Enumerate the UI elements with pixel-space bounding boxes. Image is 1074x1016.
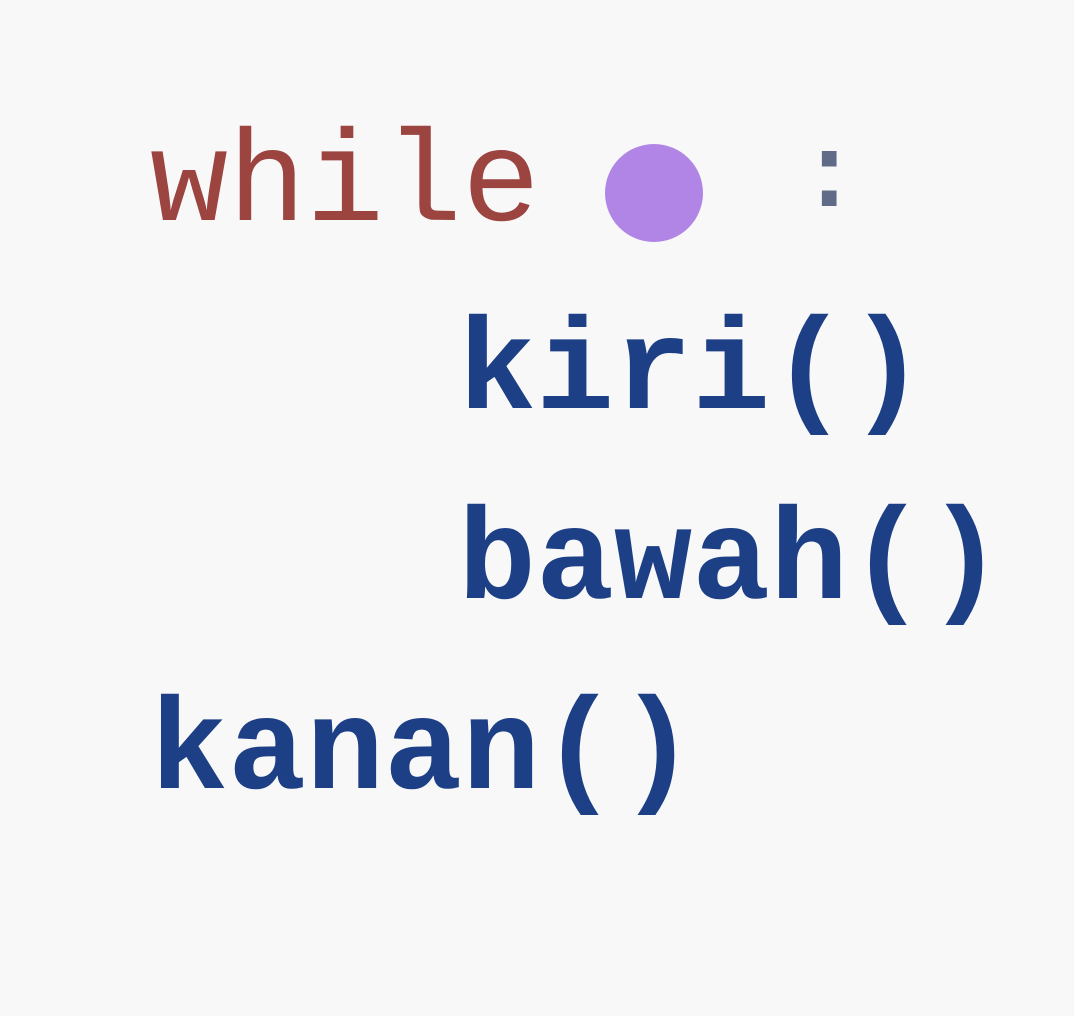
code-line-kanan: kanan()	[150, 681, 697, 828]
colon-wrap: :	[798, 124, 860, 234]
code-line-while: while :	[150, 113, 860, 260]
while-keyword: while	[150, 113, 541, 260]
colon-token: :	[798, 120, 861, 238]
condition-placeholder-dot[interactable]	[605, 144, 703, 242]
code-canvas: while : kiri() bawah() kanan()	[0, 0, 1074, 1016]
code-line-bawah: bawah()	[458, 491, 1005, 638]
code-line-kiri: kiri()	[458, 301, 927, 448]
bawah-call: bawah()	[458, 491, 1005, 638]
kanan-call: kanan()	[150, 681, 697, 828]
kiri-call: kiri()	[458, 301, 927, 448]
